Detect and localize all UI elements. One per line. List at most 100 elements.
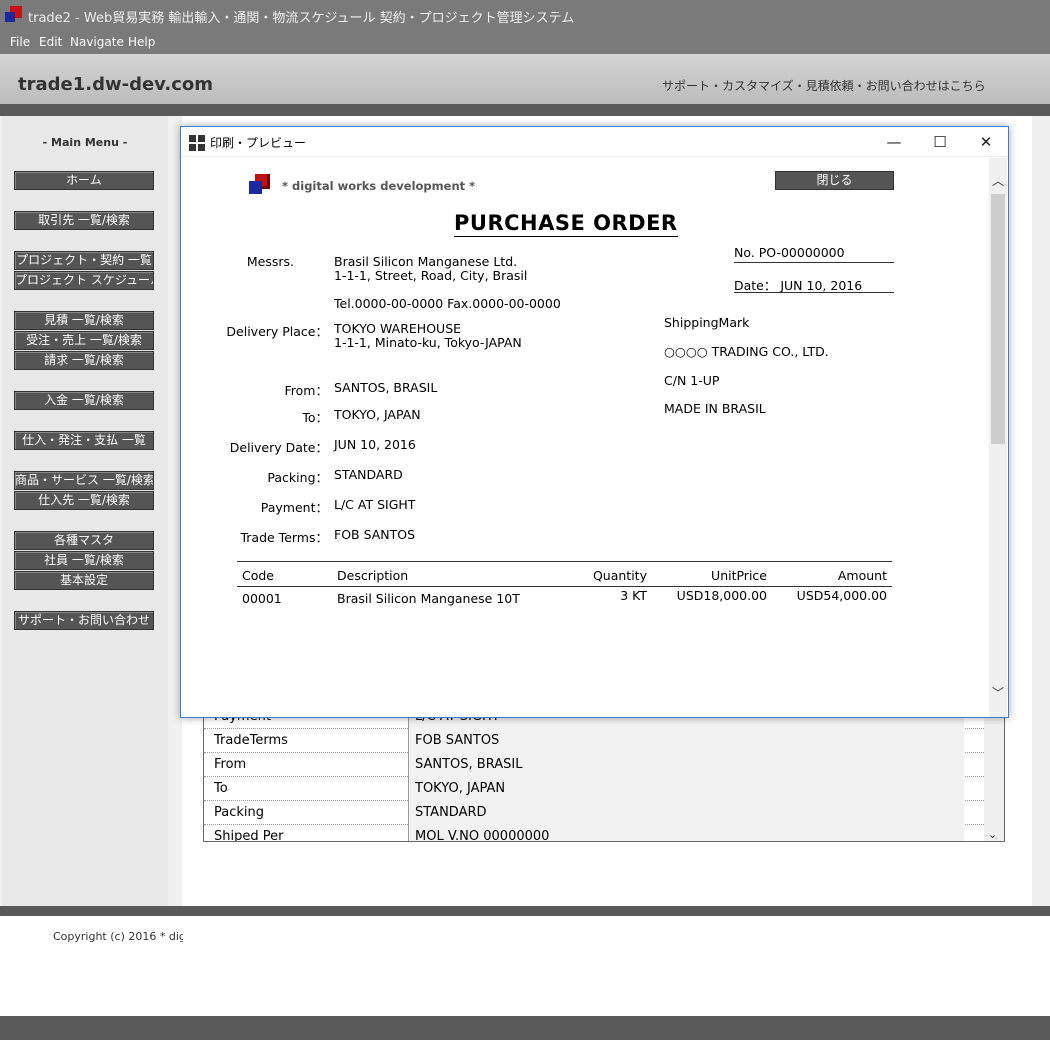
messrs-tel: Tel.0000-00-0000 Fax.0000-00-0000 — [334, 296, 561, 311]
menu-help[interactable]: Help — [128, 35, 155, 49]
sidebar-item-projects[interactable]: プロジェクト・契約 一覧 — [14, 251, 154, 270]
delivery-place-label: Delivery Place： — [226, 324, 328, 339]
sidebar-item-support[interactable]: サポート・お問い合わせ — [14, 611, 154, 630]
row-value: SANTOS, BRASIL — [409, 753, 964, 777]
shipping-mark-label: ShippingMark — [664, 315, 750, 330]
messrs-address: 1-1-1, Street, Road, City, Brasil — [334, 268, 528, 283]
items-table-top-border — [237, 561, 892, 562]
to-label: To： — [302, 410, 328, 425]
bottom-bar — [0, 1016, 1050, 1040]
packing-label: Packing： — [267, 470, 328, 485]
dialog-titlebar: 印刷・プレビュー — ☐ ✕ — [181, 127, 1008, 157]
row-key: To — [204, 777, 409, 801]
items-header-description: Description — [337, 568, 409, 583]
window-title: trade2 - Web貿易実務 輸出輸入・通関・物流スケジュール 契約・プロジ… — [28, 11, 575, 26]
site-name[interactable]: trade1.dw-dev.com — [18, 74, 213, 95]
po-number: No. PO-00000000 — [734, 245, 845, 260]
trade-terms-label: Trade Terms： — [240, 530, 328, 545]
sidebar-item-masters[interactable]: 各種マスタ — [14, 531, 154, 550]
table-row: Shiped Per MOL V.NO 00000000 — [204, 825, 984, 841]
delivery-date-label: Delivery Date： — [229, 440, 328, 455]
table-row: Packing STANDARD — [204, 801, 984, 825]
footer: Copyright (c) 2016 * digital works devel… — [0, 916, 1050, 1016]
packing-value: STANDARD — [334, 467, 403, 482]
from-label: From： — [284, 383, 328, 398]
messrs-name: Brasil Silicon Manganese Ltd. — [334, 254, 518, 269]
row-value: STANDARD — [409, 801, 964, 825]
sidebar-item-project-schedule[interactable]: プロジェクト スケジュール — [14, 271, 154, 290]
row-key: TradeTerms — [204, 729, 409, 753]
chevron-down-icon[interactable]: ﹀ — [992, 684, 1004, 701]
item-quantity: 3 KT — [620, 588, 647, 603]
shipping-mark-line2: C/N 1-UP — [664, 373, 720, 388]
menu-navigate[interactable]: Navigate — [70, 35, 124, 49]
main-menu-title: - Main Menu - — [42, 136, 128, 149]
chevron-up-icon[interactable]: ︿ — [992, 172, 1004, 189]
sidebar-item-purchases[interactable]: 仕入・発注・支払 一覧 — [14, 431, 154, 450]
trade-terms-value: FOB SANTOS — [334, 527, 416, 542]
table-row: From SANTOS, BRASIL — [204, 753, 984, 777]
payment-value: L/C AT SIGHT — [334, 497, 416, 512]
items-header-code: Code — [242, 568, 275, 583]
maximize-button[interactable]: ☐ — [917, 131, 963, 153]
items-table-header-border — [237, 586, 892, 587]
sidebar-item-suppliers[interactable]: 仕入先 一覧/検索 — [14, 491, 154, 510]
menu-edit[interactable]: Edit — [39, 35, 62, 49]
items-header-unitprice: UnitPrice — [711, 568, 767, 583]
delivery-place-line1: TOKYO WAREHOUSE — [334, 321, 462, 336]
menu-file[interactable]: File — [10, 35, 30, 49]
sidebar-item-settings[interactable]: 基本設定 — [14, 571, 154, 590]
sidebar-item-quotes[interactable]: 見積 一覧/検索 — [14, 311, 154, 330]
item-amount: USD54,000.00 — [796, 588, 887, 603]
sidebar-item-home[interactable]: ホーム — [14, 171, 154, 190]
dialog-content: * digital works development * 閉じる PURCHA… — [182, 158, 989, 717]
row-value: MOL V.NO 00000000 — [409, 825, 964, 841]
table-vertical-scrollbar[interactable]: ⌄ — [984, 701, 1004, 841]
minimize-button[interactable]: — — [871, 131, 917, 153]
from-value: SANTOS, BRASIL — [334, 380, 438, 395]
window-titlebar: trade2 - Web貿易実務 輸出輸入・通関・物流スケジュール 契約・プロジ… — [0, 0, 1050, 30]
sidebar-item-payments-received[interactable]: 入金 一覧/検索 — [14, 391, 154, 410]
footer-divider — [0, 906, 1050, 916]
copyright: Copyright (c) 2016 * digital works devel… — [53, 930, 183, 943]
shipping-mark-line1: ○○○○ TRADING CO., LTD. — [664, 344, 829, 359]
menubar: File Edit Navigate Help — [0, 30, 1050, 54]
items-header-quantity: Quantity — [592, 568, 647, 583]
company-logo — [249, 174, 271, 196]
table-row: To TOKYO, JAPAN — [204, 777, 984, 801]
row-value: FOB SANTOS — [409, 729, 964, 753]
close-window-button[interactable]: ✕ — [963, 131, 1009, 153]
row-value: TOKYO, JAPAN — [409, 777, 964, 801]
sidebar-item-products[interactable]: 商品・サービス 一覧/検索 — [14, 471, 154, 490]
sidebar-item-employees[interactable]: 社員 一覧/検索 — [14, 551, 154, 570]
item-unit-price: USD18,000.00 — [676, 588, 767, 603]
app-icon — [5, 6, 23, 24]
grid-icon — [189, 135, 205, 151]
sidebar-item-invoices[interactable]: 請求 一覧/検索 — [14, 351, 154, 370]
row-key: From — [204, 753, 409, 777]
sidebar-item-orders-sales[interactable]: 受注・売上 一覧/検索 — [14, 331, 154, 350]
sidebar-item-customers[interactable]: 取引先 一覧/検索 — [14, 211, 154, 230]
scroll-thumb[interactable] — [991, 194, 1005, 444]
delivery-date-value: JUN 10, 2016 — [334, 437, 416, 452]
messrs-label: Messrs. — [246, 254, 294, 269]
shipping-mark-line3: MADE IN BRASIL — [664, 401, 766, 416]
payment-label: Payment： — [260, 500, 328, 515]
order-detail-table: Payment L/C AT SIGHT TradeTerms FOB SANT… — [203, 700, 1005, 842]
row-key: Packing — [204, 801, 409, 825]
item-code: 00001 — [242, 591, 282, 606]
print-preview-dialog: 印刷・プレビュー — ☐ ✕ * digital works developme… — [180, 126, 1009, 718]
header-divider — [0, 104, 1050, 116]
support-link[interactable]: サポート・カスタマイズ・見積依頼・お問い合わせはこちら — [662, 77, 986, 94]
chevron-down-icon[interactable]: ⌄ — [988, 828, 997, 841]
sidebar: - Main Menu - ホーム 取引先 一覧/検索 プロジェクト・契約 一覧… — [2, 116, 168, 906]
to-value: TOKYO, JAPAN — [334, 407, 421, 422]
document-title: PURCHASE ORDER — [454, 211, 678, 237]
dialog-vertical-scrollbar[interactable]: ︿ ﹀ — [989, 158, 1007, 717]
purchase-order-document: * digital works development * 閉じる PURCHA… — [182, 158, 989, 717]
site-header: trade1.dw-dev.com サポート・カスタマイズ・見積依頼・お問い合わ… — [0, 54, 1050, 104]
dialog-title: 印刷・プレビュー — [210, 136, 307, 150]
close-preview-button[interactable]: 閉じる — [775, 171, 894, 190]
company-name: * digital works development * — [282, 179, 476, 193]
item-description: Brasil Silicon Manganese 10T — [337, 591, 520, 606]
